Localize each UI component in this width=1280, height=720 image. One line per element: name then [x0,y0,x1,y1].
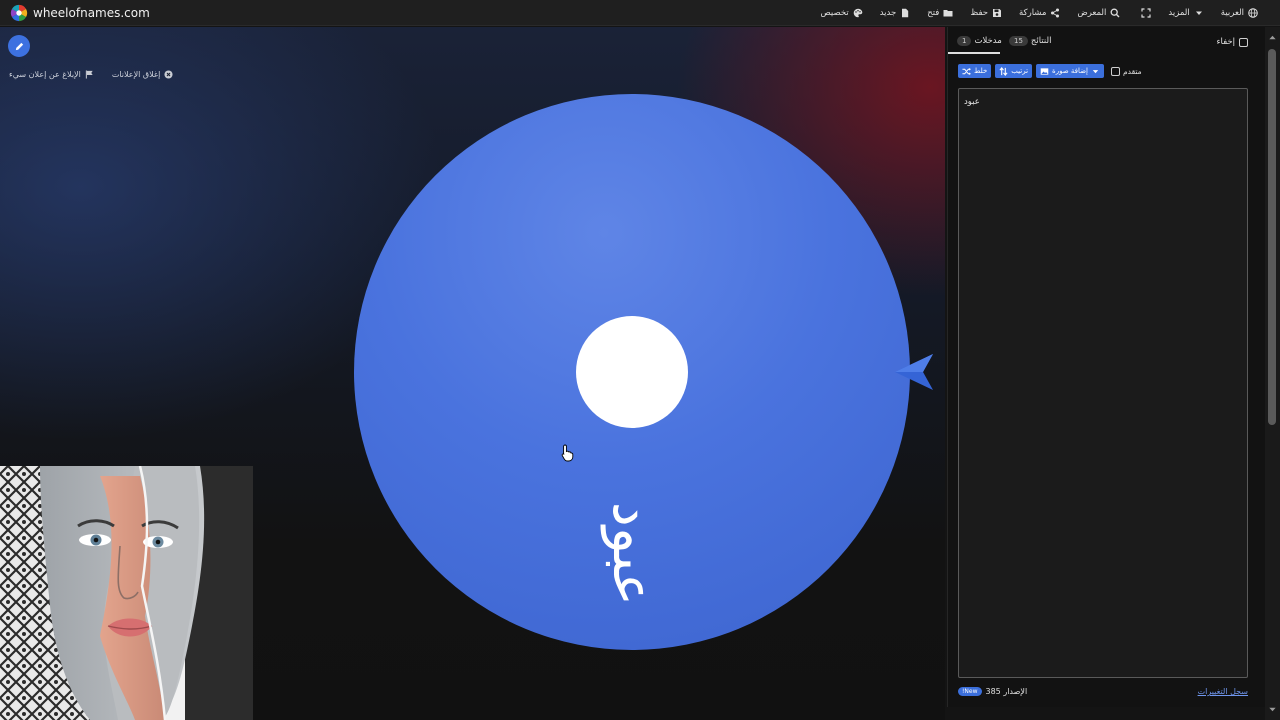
menu-label: العربية [1220,8,1244,18]
tab-entries-label: مدخلات [974,36,1002,46]
scroll-up-arrow-icon[interactable] [1268,33,1277,42]
entries-textarea[interactable]: عبود [958,88,1248,678]
top-bar: wheelofnames.com العربية المزيد المعرض م… [0,0,1280,26]
menu-label: فتح [927,8,940,18]
fullscreen-icon [1141,8,1151,18]
menu-label: تخصيص [820,8,849,18]
palette-icon [853,8,863,18]
menu-more[interactable]: المزيد [1168,8,1203,18]
caret-down-icon [1194,8,1204,18]
menu-save[interactable]: حفظ [970,8,1002,18]
panel-tabs: إخفاء النتائج 15 مدخلات 1 [947,27,1265,57]
changelog-link[interactable]: سجل التغييرات [1198,687,1248,696]
menu-label: مشاركة [1019,8,1047,18]
version-label: الإصدار 385 [985,687,1028,696]
entries-panel: إخفاء النتائج 15 مدخلات 1 خلط ترتيب إضاف… [947,27,1265,707]
report-ad-label: الإبلاغ عن إعلان سيء [9,70,81,79]
hand-cursor-icon [561,444,574,462]
menu-share[interactable]: مشاركة [1019,8,1060,18]
new-file-icon [900,8,910,18]
video-thumbnail[interactable] [0,466,253,720]
edit-fab-button[interactable] [8,35,30,57]
active-tab-indicator [948,52,1000,54]
tab-results-label: النتائج [1030,36,1052,46]
brand[interactable]: wheelofnames.com [10,4,150,22]
wheel-hub[interactable] [576,316,688,428]
tab-results[interactable]: النتائج 15 [1009,36,1051,46]
sort-icon [999,66,1008,76]
top-menu: العربية المزيد المعرض مشاركة حفظ فتح جدي… [804,0,1259,26]
save-icon [992,8,1002,18]
tab-entries[interactable]: مدخلات 1 [957,36,1002,46]
menu-gallery[interactable]: المعرض [1077,8,1120,18]
close-circle-icon [164,70,173,79]
page-scrollbar[interactable] [1265,27,1280,720]
add-image-button[interactable]: إضافة صورة [1036,64,1105,78]
new-badge: New! [958,687,982,696]
hide-checkbox[interactable] [1239,37,1248,47]
globe-icon [1248,8,1258,18]
hide-toggle[interactable]: إخفاء [1216,37,1248,47]
sort-button[interactable]: ترتيب [995,64,1033,78]
advanced-checkbox[interactable] [1111,66,1121,76]
ad-links: إغلاق الإعلانات الإبلاغ عن إعلان سيء [9,70,173,79]
panel-footer: الإصدار 385 New! سجل التغييرات [958,687,1248,701]
advanced-label: متقدم [1123,66,1142,76]
tab-results-count: 15 [1009,36,1028,46]
flag-icon [85,70,94,79]
hide-label: إخفاء [1216,37,1235,47]
pencil-icon [15,42,23,50]
version-info: الإصدار 385 New! [958,687,1027,696]
image-icon [1040,67,1049,75]
wheel-container: عبود [352,92,912,652]
menu-label: حفظ [970,8,988,18]
share-icon [1050,8,1060,18]
menu-new[interactable]: جديد [880,8,911,18]
menu-customize[interactable]: تخصيص [821,8,863,18]
add-image-label: إضافة صورة [1052,67,1089,75]
close-ads-link[interactable]: إغلاق الإعلانات [112,70,173,79]
wheel-segment-label: عبود [600,501,665,607]
scroll-thumb[interactable] [1268,49,1276,425]
menu-language[interactable]: العربية [1221,8,1258,18]
tab-entries-count: 1 [957,36,972,46]
face-portrait-image [0,466,253,720]
shuffle-button[interactable]: خلط [958,64,992,78]
entry-line: عبود [964,97,980,107]
entries-toolbar: خلط ترتيب إضافة صورة متقدم [958,63,1142,79]
report-ad-link[interactable]: الإبلاغ عن إعلان سيء [9,70,94,79]
scroll-down-arrow-icon[interactable] [1268,705,1277,714]
caret-down-icon [1092,69,1099,73]
search-icon [1110,8,1120,18]
shuffle-icon [962,67,971,75]
wheel-logo-icon [10,4,28,21]
folder-icon [943,8,953,18]
advanced-toggle[interactable]: متقدم [1111,66,1142,76]
menu-label: المزيد [1168,8,1190,18]
brand-name: wheelofnames.com [33,5,150,20]
menu-label: المعرض [1077,8,1107,18]
close-ads-label: إغلاق الإعلانات [111,70,161,79]
menu-fullscreen[interactable] [1137,8,1151,18]
sort-label: ترتيب [1011,67,1029,75]
menu-open[interactable]: فتح [927,8,953,18]
shuffle-label: خلط [974,67,988,75]
wheel-pointer-icon [895,354,933,390]
menu-label: جديد [879,8,897,18]
